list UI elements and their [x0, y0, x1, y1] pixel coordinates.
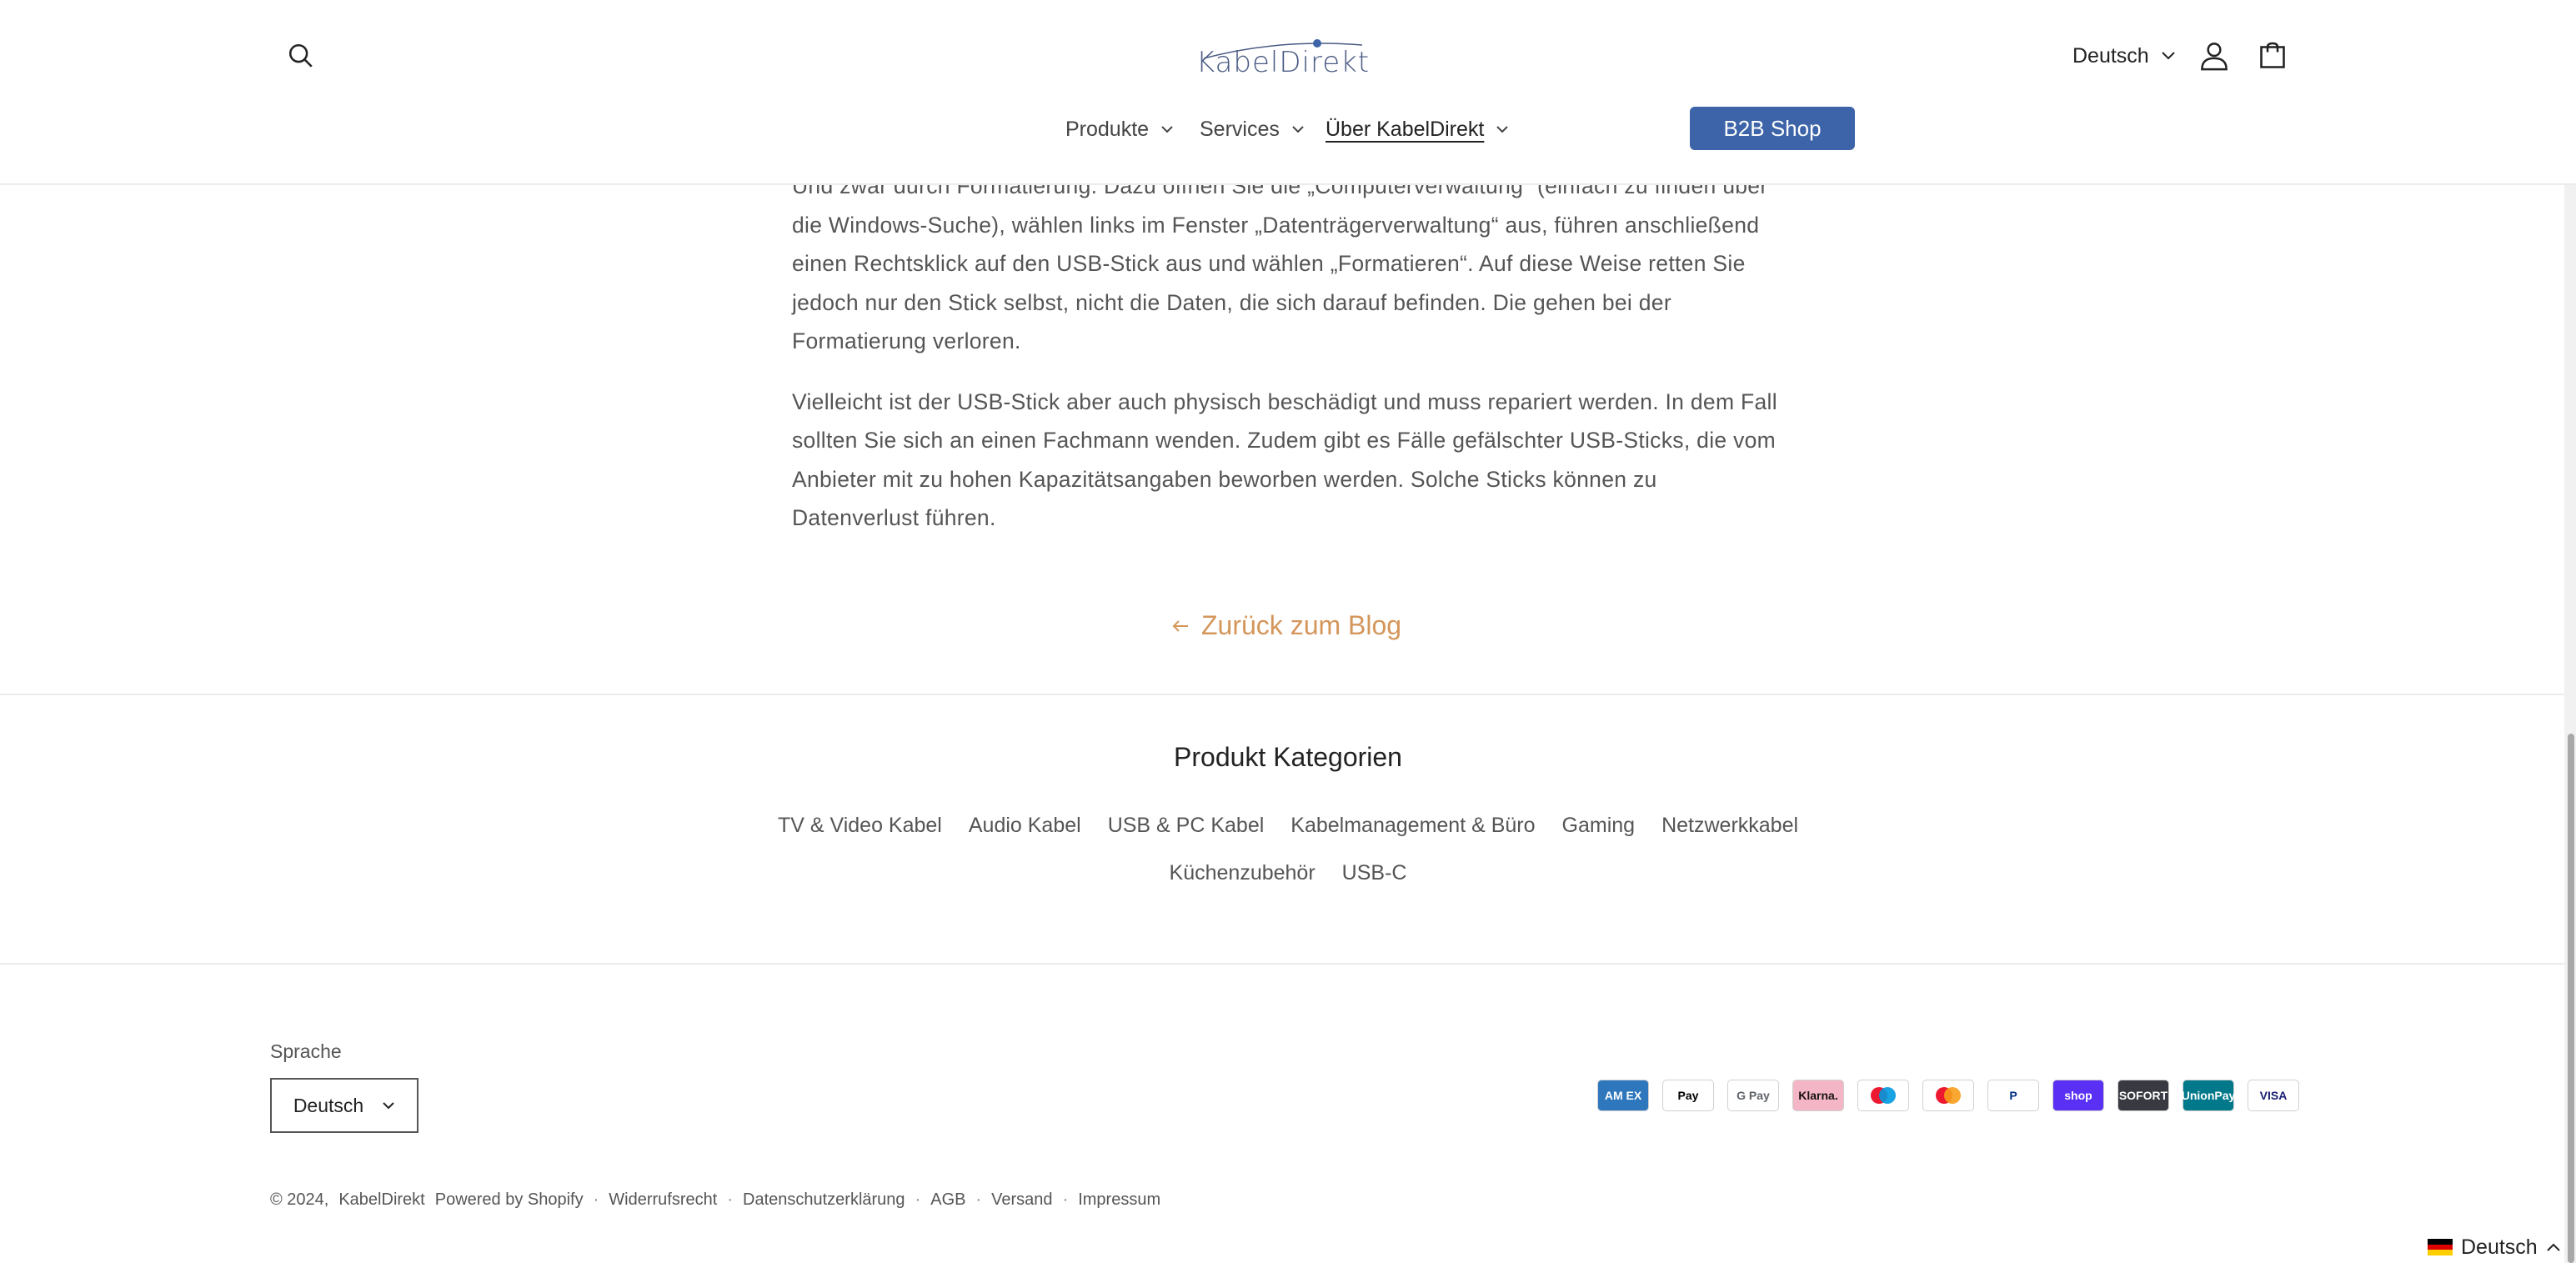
separator: ·	[727, 1190, 733, 1209]
translate-widget-label: Deutsch	[2461, 1235, 2538, 1259]
footer-links: © 2024, KabelDirekt Powered by Shopify ·…	[270, 1190, 1160, 1210]
link-impressum[interactable]: Impressum	[1078, 1190, 1160, 1210]
language-label: Sprache	[270, 1040, 342, 1062]
separator: ·	[975, 1190, 982, 1209]
site-header: KabelDirekt Deutsch Produkte Services Üb…	[0, 0, 2576, 185]
payment-google-pay-icon: G Pay	[1727, 1080, 1779, 1111]
separator: ·	[1062, 1190, 1069, 1209]
chevron-up-icon	[2547, 1243, 2560, 1251]
nav-produkte[interactable]: Produkte	[1065, 112, 1174, 147]
powered-by-shopify[interactable]: Powered by Shopify	[435, 1190, 584, 1210]
footer-language-select[interactable]: Deutsch	[270, 1078, 418, 1133]
chevron-down-icon	[2162, 52, 2175, 60]
nav-services-label: Services	[1200, 117, 1280, 141]
payment-paypal-icon: P	[1987, 1080, 2039, 1111]
chevron-down-icon	[1496, 126, 1509, 133]
separator: ·	[593, 1190, 599, 1209]
category-kabelmanagement[interactable]: Kabelmanagement & Büro	[1291, 814, 1535, 838]
payment-american-express-icon: AM EX	[1597, 1080, 1649, 1111]
payment-label: G Pay	[1737, 1089, 1770, 1102]
payment-label: Pay	[1677, 1089, 1699, 1102]
article-body: Und zwar durch Formatierung. Dazu öffnen…	[792, 167, 1780, 538]
category-usb-c[interactable]: USB-C	[1342, 861, 1407, 885]
payment-unionpay-icon: UnionPay	[2181, 1080, 2236, 1111]
payment-klarna-icon: Klarna.	[1792, 1080, 1844, 1111]
chevron-down-icon	[1161, 126, 1173, 133]
category-audio[interactable]: Audio Kabel	[969, 814, 1081, 838]
language-selector-label: Deutsch	[2072, 43, 2149, 68]
payment-icons: AM EX Pay G Pay Klarna. Pshop SOFORT UnionPay…	[1597, 1080, 2299, 1111]
search-icon[interactable]	[283, 38, 318, 73]
copyright: © 2024,	[270, 1190, 329, 1209]
nav-ueber-label: Über KabelDirekt	[1326, 117, 1485, 141]
article-paragraph: Vielleicht ist der USB-Stick aber auch p…	[792, 388, 1777, 531]
category-gaming[interactable]: Gaming	[1562, 814, 1636, 838]
category-kuechenzubehoer[interactable]: Küchenzubehör	[1170, 861, 1316, 885]
footer-divider	[0, 963, 2576, 965]
payment-maestro-icon	[1857, 1080, 1909, 1111]
translate-widget[interactable]: Deutsch	[2423, 1232, 2566, 1262]
main-nav: Produkte Services Über KabelDirekt	[0, 112, 2576, 147]
account-icon[interactable]	[2196, 37, 2233, 75]
nav-ueber-kabeldirekt[interactable]: Über KabelDirekt	[1326, 112, 1509, 147]
categories-row-2: Küchenzubehör USB-C	[0, 861, 2576, 885]
chevron-down-icon	[1292, 126, 1304, 133]
payment-mastercard-icon	[1922, 1080, 1974, 1111]
logo-text: KabelDirekt	[1195, 46, 1371, 79]
payment-label: Klarna.	[1798, 1089, 1838, 1102]
payment-sofort-icon: SOFORT	[2117, 1080, 2169, 1111]
language-selector[interactable]: Deutsch	[2072, 38, 2176, 73]
payment-apple-pay-icon: Pay	[1662, 1080, 1714, 1111]
link-datenschutz[interactable]: Datenschutzerklärung	[743, 1190, 905, 1210]
brand-link[interactable]: KabelDirekt	[338, 1190, 424, 1210]
scrollbar-thumb[interactable]	[2568, 734, 2574, 1263]
back-to-blog-label: Zurück zum Blog	[1201, 610, 1402, 640]
category-usb-pc[interactable]: USB & PC Kabel	[1108, 814, 1265, 838]
payment-shop-pay-icon: shop	[2052, 1080, 2104, 1111]
categories-row-1: TV & Video Kabel Audio Kabel USB & PC Ka…	[0, 814, 2576, 838]
article-paragraph: Und zwar durch Formatierung. Dazu öffnen…	[792, 173, 1768, 353]
footer-language-value: Deutsch	[293, 1094, 364, 1116]
back-to-blog-link[interactable]: Zurück zum Blog	[1171, 610, 1401, 641]
payment-label: AM EX	[1604, 1089, 1642, 1102]
arrow-left-icon	[1172, 619, 1188, 632]
link-widerrufsrecht[interactable]: Widerrufsrecht	[609, 1190, 717, 1210]
category-tv-video[interactable]: TV & Video Kabel	[778, 814, 942, 838]
german-flag-icon	[2428, 1239, 2453, 1256]
nav-services[interactable]: Services	[1200, 112, 1305, 147]
payment-label: VISA	[2259, 1089, 2288, 1102]
logo[interactable]: KabelDirekt	[1190, 32, 1376, 83]
nav-produkte-label: Produkte	[1065, 117, 1150, 141]
payment-visa-icon: VISA	[2248, 1080, 2299, 1111]
section-divider	[0, 694, 2576, 695]
separator: ·	[915, 1190, 921, 1209]
category-netzwerkkabel[interactable]: Netzwerkkabel	[1661, 814, 1798, 838]
payment-label: UnionPay	[2181, 1089, 2236, 1102]
b2b-shop-button[interactable]: B2B Shop	[1690, 107, 1855, 150]
payment-label: shop	[2064, 1089, 2092, 1102]
link-versand[interactable]: Versand	[991, 1190, 1052, 1210]
link-agb[interactable]: AGB	[930, 1190, 965, 1210]
categories-title: Produkt Kategorien	[1174, 742, 1402, 772]
payment-label: P	[2009, 1089, 2017, 1102]
cart-icon[interactable]	[2254, 37, 2291, 75]
chevron-down-icon	[383, 1102, 394, 1110]
payment-label: SOFORT	[2118, 1089, 2168, 1102]
